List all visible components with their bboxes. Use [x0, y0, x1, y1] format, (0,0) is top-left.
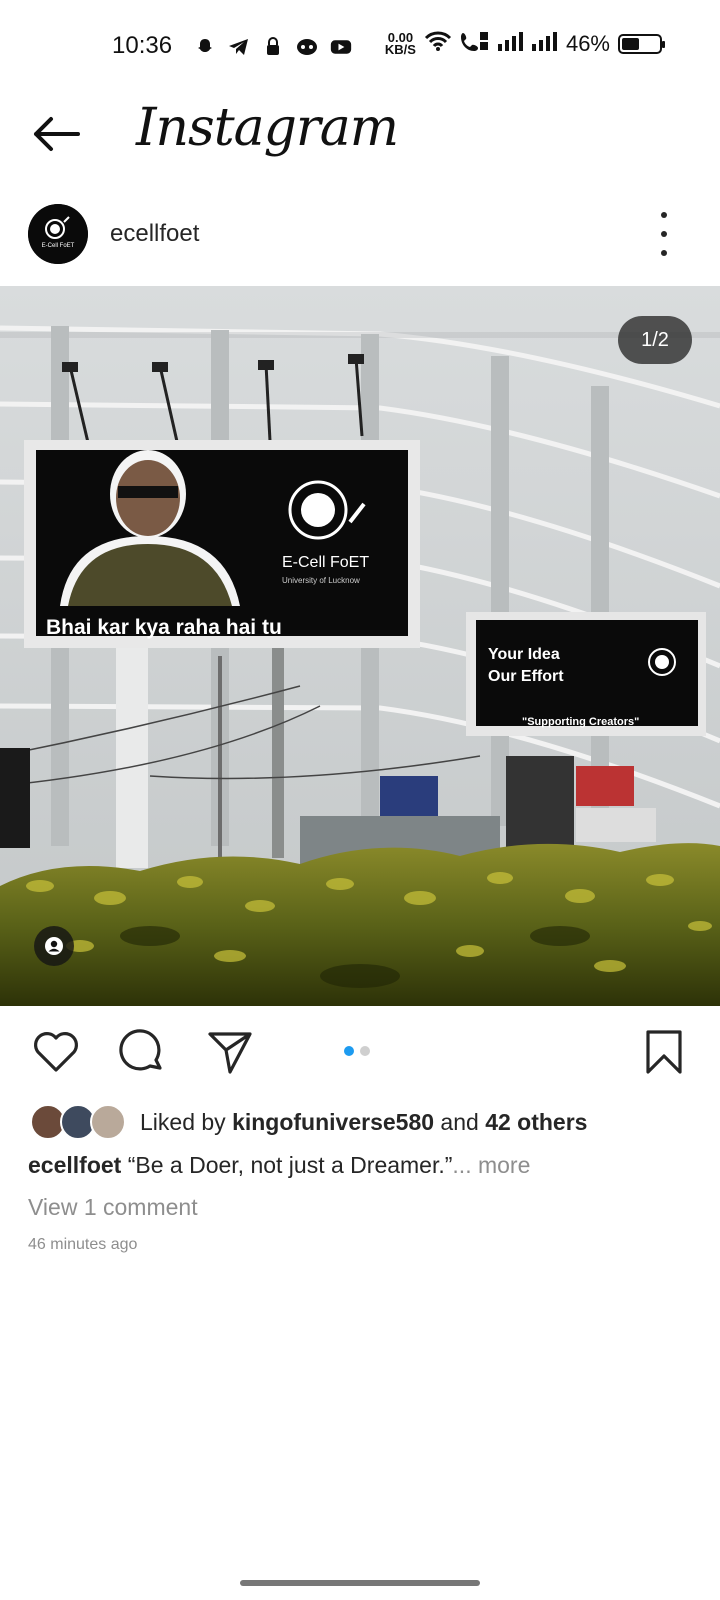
billboard-2-line2: Our Effort — [488, 668, 564, 685]
comment-icon — [119, 1029, 162, 1071]
liker-username[interactable]: kingofuniverse580 — [232, 1109, 434, 1135]
billboard-2-line3: "Supporting Creators" — [522, 716, 640, 728]
top-app-bar: Instagram — [0, 96, 720, 188]
status-bar: 10:36 0.00 KB/S 46% — [0, 0, 720, 96]
chat-icon — [296, 36, 318, 58]
likes-joiner: and — [434, 1108, 486, 1135]
app-title: Instagram — [136, 98, 399, 158]
share-button[interactable] — [204, 1026, 256, 1078]
signal-icon — [497, 31, 524, 56]
battery-percentage: 46% — [565, 30, 610, 56]
billboard-logo-subtitle: University of Lucknow — [282, 576, 360, 585]
post-header: E-Cell FoET ecellfoet — [0, 204, 720, 268]
more-options-button[interactable] — [652, 212, 676, 256]
billboard-caption: Bhai kar kya raha hai tu — [46, 616, 282, 639]
caption-text: “Be a Doer, not just a Dreamer.” — [127, 1152, 453, 1178]
likes-prefix: Liked by — [140, 1108, 233, 1135]
person-icon — [45, 937, 63, 955]
arrow-left-icon — [34, 117, 80, 151]
network-speed-unit: KB/S — [384, 41, 416, 57]
post-action-bar — [0, 1026, 720, 1078]
carousel-dot — [360, 1046, 370, 1056]
carousel-indicator — [344, 1046, 370, 1056]
post-timestamp: 46 minutes ago — [28, 1236, 138, 1253]
battery-level — [622, 37, 639, 50]
dot-icon — [661, 231, 667, 237]
post-media[interactable]: Bhai kar kya raha hai tu E-Cell FoET Uni… — [0, 286, 720, 1006]
system-indicators: 0.00 KB/S 46% — [384, 30, 665, 57]
volte-call-icon — [460, 30, 490, 57]
send-icon — [208, 1032, 252, 1074]
billboard-logo-title: E-Cell FoET — [282, 554, 370, 571]
youtube-icon — [330, 36, 352, 58]
post-image — [0, 286, 720, 1006]
bookmark-icon — [646, 1030, 682, 1074]
like-button[interactable] — [30, 1026, 82, 1078]
telegram-icon — [228, 36, 250, 58]
notification-icons — [194, 36, 352, 58]
lock-icon — [262, 36, 284, 58]
view-comments-link[interactable]: View 1 comment — [28, 1194, 198, 1221]
dot-icon — [661, 250, 667, 256]
caption-more-link[interactable]: ... more — [452, 1152, 530, 1178]
tagged-users-button[interactable] — [34, 926, 74, 966]
status-time: 10:36 — [112, 32, 173, 59]
dot-icon — [661, 212, 667, 218]
ecell-logo-icon: E-Cell FoET — [28, 204, 88, 264]
likes-others[interactable]: 42 others — [485, 1109, 587, 1135]
avatar-text: E-Cell FoET — [42, 243, 75, 249]
heart-icon — [34, 1032, 78, 1072]
caption-username[interactable]: ecellfoet — [28, 1152, 121, 1178]
liker-avatars — [30, 1104, 128, 1140]
carousel-dot — [344, 1046, 354, 1056]
post-caption: ecellfoet “Be a Doer, not just a Dreamer… — [28, 1152, 530, 1179]
comment-button[interactable] — [116, 1026, 168, 1078]
avatar — [90, 1104, 126, 1140]
back-button[interactable] — [30, 108, 82, 160]
signal-icon — [531, 31, 558, 56]
battery-icon — [618, 33, 665, 54]
post-username[interactable]: ecellfoet — [110, 220, 199, 248]
snapchat-icon — [194, 36, 216, 58]
likes-row[interactable]: Liked by kingofuniverse580 and 42 others — [30, 1102, 587, 1142]
home-indicator[interactable] — [240, 1580, 480, 1586]
likes-text: Liked by kingofuniverse580 and 42 others — [140, 1109, 587, 1136]
network-speed: 0.00 KB/S — [384, 31, 416, 57]
save-button[interactable] — [638, 1026, 690, 1078]
avatar[interactable]: E-Cell FoET — [28, 204, 88, 264]
billboard-2-line1: Your Idea — [488, 646, 560, 663]
wifi-icon — [424, 30, 452, 57]
media-counter: 1/2 — [618, 316, 692, 364]
